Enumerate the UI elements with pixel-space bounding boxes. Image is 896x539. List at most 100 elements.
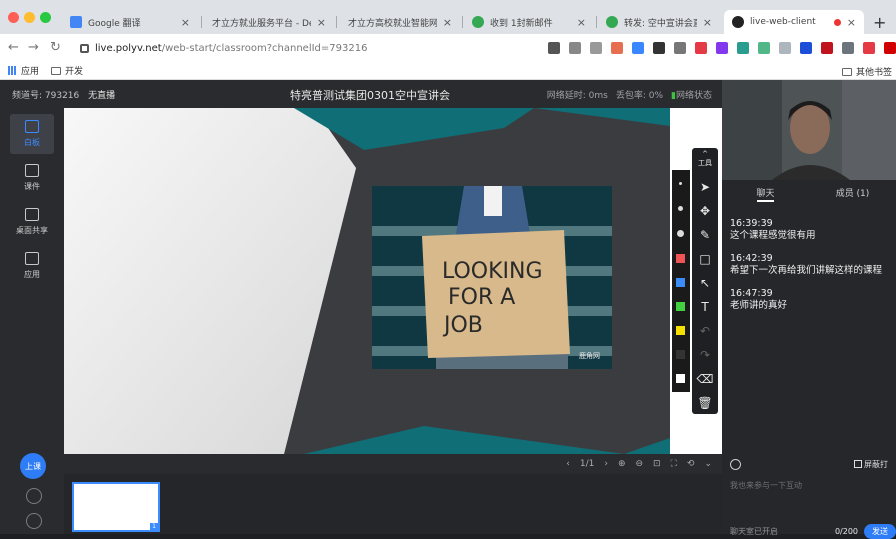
- rotate-icon[interactable]: ⟲: [687, 459, 695, 469]
- extension-icon[interactable]: [632, 42, 644, 54]
- chrome-icon: [606, 16, 618, 28]
- extension-icon[interactable]: [779, 42, 791, 54]
- close-tab-icon[interactable]: ×: [847, 16, 856, 29]
- color-swatch-blue[interactable]: [676, 278, 685, 287]
- page-title: 特亮普测试集团0301空中宣讲会: [290, 89, 450, 102]
- close-tab-icon[interactable]: ×: [443, 16, 452, 29]
- block-checkbox[interactable]: [854, 460, 862, 468]
- thumbnail-number: 1: [150, 523, 158, 530]
- close-window-button[interactable]: [8, 12, 19, 23]
- extension-icon[interactable]: [842, 42, 854, 54]
- emoji-icon[interactable]: [730, 458, 741, 470]
- color-swatch-red[interactable]: [676, 254, 685, 263]
- redo-icon[interactable]: ↷: [692, 344, 718, 366]
- tab-members[interactable]: 成员 (1): [809, 180, 896, 202]
- bookmark-apps[interactable]: 应用: [8, 64, 39, 77]
- chat-message: 16:47:39 老师讲的真好: [730, 288, 788, 311]
- address-bar[interactable]: live.polyv.net/web-start/classroom?chann…: [80, 38, 560, 58]
- collapse-icon[interactable]: ⌄: [704, 459, 712, 469]
- color-swatch-white[interactable]: [676, 374, 685, 383]
- recording-dot-icon: [833, 18, 841, 26]
- star-icon[interactable]: [590, 42, 602, 54]
- extension-icon[interactable]: [800, 42, 812, 54]
- browser-tab-cailifang-platform[interactable]: 才立方就业服务平台 - Defa ×: [204, 10, 334, 34]
- arrow-tool-icon[interactable]: ↖: [692, 272, 718, 294]
- extension-icon[interactable]: [653, 42, 665, 54]
- fit-screen-icon[interactable]: ⊡: [653, 459, 661, 469]
- bookmark-dev[interactable]: 开发: [51, 64, 83, 77]
- camera-icon[interactable]: [548, 42, 560, 54]
- text-tool-icon[interactable]: T: [692, 296, 718, 318]
- sidebar-item-apps[interactable]: 应用: [10, 246, 54, 286]
- key-icon[interactable]: [569, 42, 581, 54]
- forward-arrow-icon[interactable]: →: [28, 40, 39, 55]
- sidebar-item-courseware[interactable]: 课件: [10, 158, 54, 198]
- browser-tab-forward[interactable]: 转发: 空中宣讲会直播通知 ×: [598, 10, 720, 34]
- chat-footer: 聊天室已开启 0/200 发送: [730, 524, 896, 539]
- apps-icon: [25, 252, 39, 265]
- size-medium-option[interactable]: [678, 206, 683, 211]
- tab-chat[interactable]: 聊天: [722, 180, 809, 202]
- zoom-out-icon[interactable]: ⊖: [636, 459, 644, 469]
- fullscreen-icon[interactable]: ⛶: [671, 459, 677, 469]
- pen-tool-icon[interactable]: ✎: [692, 224, 718, 246]
- page-indicator: 1/1: [579, 459, 595, 469]
- bookmarks-bar: 应用 开发 其他书签: [0, 62, 896, 80]
- browser-tab-live-web-client[interactable]: live-web-client ×: [724, 10, 864, 34]
- start-class-button[interactable]: 上课: [20, 453, 46, 479]
- extension-icon[interactable]: [821, 42, 833, 54]
- chat-status: 聊天室已开启: [730, 527, 778, 536]
- color-swatch-green[interactable]: [676, 302, 685, 311]
- zoom-in-icon[interactable]: ⊕: [618, 459, 626, 469]
- minimize-window-button[interactable]: [24, 12, 35, 23]
- profile-avatar-icon[interactable]: [884, 42, 896, 54]
- trash-icon[interactable]: 🗑: [692, 392, 718, 414]
- pointer-tool-icon[interactable]: ➤: [692, 176, 718, 198]
- browser-tab-cailifang-network[interactable]: 才立方高校就业智能网络形 ×: [340, 10, 460, 34]
- whiteboard-canvas[interactable]: LOOKING FOR A JOB 鹿角网: [64, 108, 670, 454]
- close-tab-icon[interactable]: ×: [317, 16, 326, 29]
- extension-icon[interactable]: [758, 42, 770, 54]
- chat-messages: 16:39:39 这个课程感觉很有用 16:42:39 希望下一次再给我们讲解这…: [730, 218, 896, 323]
- browser-tab-mail[interactable]: 收到 1封新邮件 ×: [464, 10, 594, 34]
- external-link-icon[interactable]: [26, 488, 42, 504]
- undo-icon[interactable]: ↶: [692, 320, 718, 342]
- screen-share-icon: [25, 208, 39, 221]
- color-swatch-black[interactable]: [676, 350, 685, 359]
- reload-icon[interactable]: ↻: [50, 40, 61, 55]
- chrome-icon: [732, 16, 744, 28]
- color-swatch-yellow[interactable]: [676, 326, 685, 335]
- sidebar-item-whiteboard[interactable]: 白板: [10, 114, 54, 154]
- send-button[interactable]: 发送: [864, 524, 896, 539]
- move-tool-icon[interactable]: ✥: [692, 200, 718, 222]
- extension-icons: [548, 42, 896, 54]
- extension-icon[interactable]: [737, 42, 749, 54]
- size-large-option[interactable]: [677, 230, 684, 237]
- chat-input[interactable]: 我也来参与一下互动: [730, 480, 802, 491]
- browser-tab-google-translate[interactable]: Google 翻译 ×: [62, 10, 198, 34]
- block-toggle[interactable]: 屏蔽打: [854, 459, 888, 470]
- extension-icon[interactable]: [611, 42, 623, 54]
- close-tab-icon[interactable]: ×: [577, 16, 586, 29]
- extension-icon[interactable]: [695, 42, 707, 54]
- rectangle-tool-icon[interactable]: □: [692, 248, 718, 270]
- sidebar-item-screen-share[interactable]: 桌面共享: [10, 202, 54, 242]
- bookmark-other[interactable]: 其他书签: [841, 65, 892, 78]
- collapse-chevron-icon[interactable]: ^: [692, 150, 718, 158]
- new-tab-button[interactable]: +: [873, 13, 886, 32]
- prev-page-button[interactable]: ‹: [566, 459, 570, 469]
- eraser-tool-icon[interactable]: ⌫: [692, 368, 718, 390]
- slide-thumbnail[interactable]: 1: [72, 482, 160, 532]
- close-tab-icon[interactable]: ×: [181, 16, 190, 29]
- close-tab-icon[interactable]: ×: [703, 16, 712, 29]
- channel-number: 频道号: 793216: [12, 91, 80, 101]
- extension-icon[interactable]: [863, 42, 875, 54]
- next-page-button[interactable]: ›: [604, 459, 608, 469]
- board-controls: ‹ 1/1 › ⊕ ⊖ ⊡ ⛶ ⟲ ⌄: [64, 454, 722, 474]
- maximize-window-button[interactable]: [40, 12, 51, 23]
- extension-icon[interactable]: [716, 42, 728, 54]
- settings-gear-icon[interactable]: [26, 513, 42, 529]
- size-small-option[interactable]: [679, 182, 682, 185]
- back-arrow-icon[interactable]: ←: [8, 40, 19, 55]
- extension-icon[interactable]: [674, 42, 686, 54]
